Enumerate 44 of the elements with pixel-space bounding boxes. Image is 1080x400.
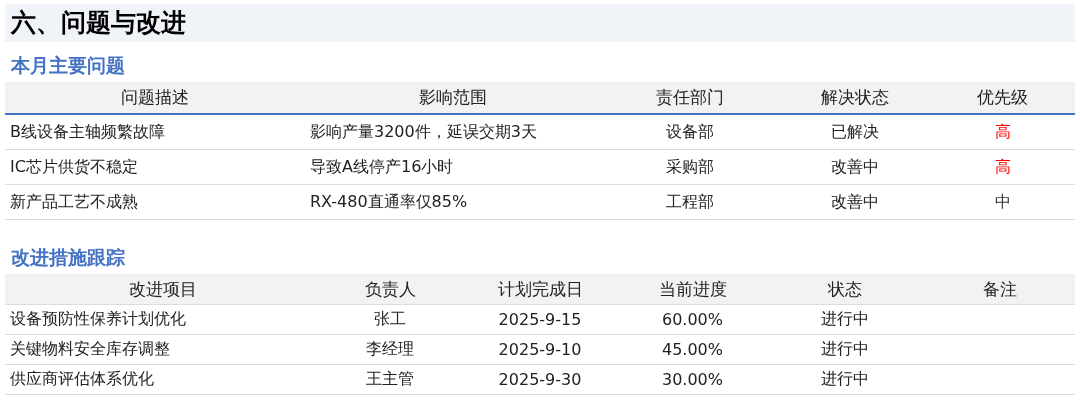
table-cell: 2025-9-15 xyxy=(498,310,582,329)
table-cell: 已解决 xyxy=(831,121,879,143)
table-cell: 高 xyxy=(994,121,1011,143)
section-heading: 本月主要问题 xyxy=(9,53,126,78)
column-header: 负责人 xyxy=(364,277,416,301)
table-cell: 2025-9-30 xyxy=(498,370,582,389)
column-header: 改进项目 xyxy=(128,277,197,301)
table-cell: B线设备主轴频繁故障 xyxy=(10,121,165,143)
table-cell: RX-480直通率仅85% xyxy=(310,191,468,213)
table-cell: 设备部 xyxy=(666,121,714,143)
table-cell: 中 xyxy=(994,191,1011,213)
column-header: 当前进度 xyxy=(658,277,727,301)
column-header: 解决状态 xyxy=(821,86,889,109)
column-header: 责任部门 xyxy=(656,86,724,109)
column-header: 问题描述 xyxy=(121,86,189,109)
table-cell: 李经理 xyxy=(366,339,414,360)
table-cell: 关键物料安全库存调整 xyxy=(10,339,170,360)
table-cell: 改善中 xyxy=(831,156,879,178)
table-cell: 工程部 xyxy=(666,191,714,213)
table-cell: 新产品工艺不成熟 xyxy=(10,191,138,213)
table-cell: 45.00% xyxy=(662,340,723,359)
column-header: 优先级 xyxy=(977,86,1028,109)
page-title: 六、问题与改进 xyxy=(9,7,187,39)
column-header: 备注 xyxy=(983,277,1017,301)
table-cell: 王主管 xyxy=(366,369,414,390)
table-cell: 2025-9-10 xyxy=(498,340,582,359)
table-cell: 导致A线停产16小时 xyxy=(310,156,454,178)
column-header: 状态 xyxy=(828,277,862,301)
table-cell: 进行中 xyxy=(821,339,869,360)
table-cell: 改善中 xyxy=(831,191,879,213)
table-cell: IC芯片供货不稳定 xyxy=(10,156,138,178)
table-cell: 高 xyxy=(994,156,1011,178)
table-cell: 供应商评估体系优化 xyxy=(10,369,154,390)
section-heading: 改进措施跟踪 xyxy=(10,245,126,270)
table-cell: 张工 xyxy=(374,309,406,330)
table-cell: 进行中 xyxy=(821,309,869,330)
table-cell: 设备预防性保养计划优化 xyxy=(10,309,186,330)
table-cell: 采购部 xyxy=(666,156,714,178)
column-header: 计划完成日 xyxy=(497,277,583,301)
column-header: 影响范围 xyxy=(418,86,487,109)
table-cell: 60.00% xyxy=(662,310,723,329)
table-cell: 30.00% xyxy=(662,370,723,389)
table-cell: 进行中 xyxy=(821,369,869,390)
table-cell: 影响产量3200件，延误交期3天 xyxy=(310,121,537,143)
